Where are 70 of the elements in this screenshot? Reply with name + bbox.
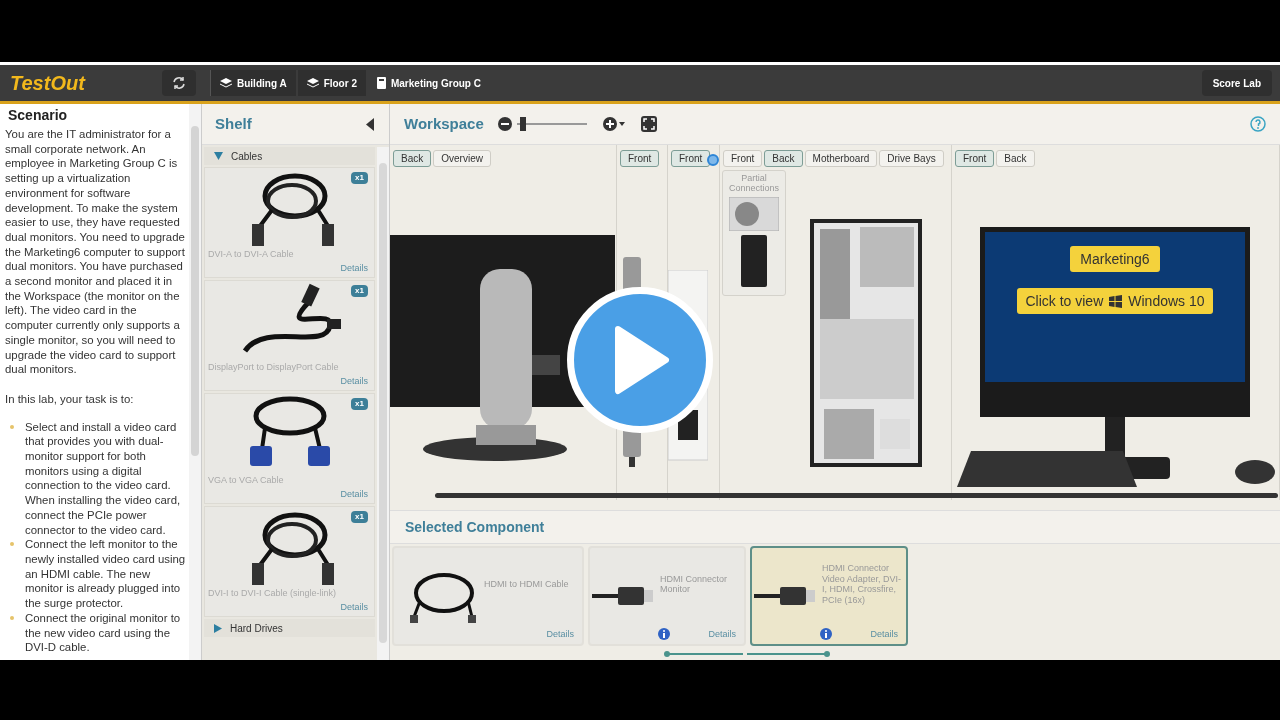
count-badge: x1 [351, 285, 368, 297]
triangle-left-icon [366, 117, 374, 131]
mouse-drawing [1234, 459, 1276, 485]
category-header[interactable]: Cables [204, 147, 375, 165]
view-button[interactable]: Front [955, 150, 995, 167]
loading-indicator-icon [707, 154, 719, 166]
fit-screen-button[interactable] [640, 116, 657, 132]
component-label: HDMI Connector Video Adapter, DVI-I, HDMI, Crossfire, PCIe (16x) [822, 563, 902, 605]
shelf-title: Shelf [215, 113, 252, 134]
view-button[interactable]: Back [764, 150, 803, 167]
count-badge: x1 [351, 511, 368, 523]
task-item: Connect the left monitor to the newly installed video card using an HDMI cable. The new monitor is already plugged into the surge protector. [25, 537, 187, 611]
collapse-button[interactable] [366, 117, 376, 131]
bullet-icon [10, 542, 14, 547]
task-item: Connect the original monitor to the new video card using the DVI-D cable. [25, 610, 182, 655]
zoom-out-button[interactable] [497, 117, 512, 131]
windows-logo-icon [1109, 294, 1123, 308]
layers-icon [306, 77, 319, 89]
refresh-button[interactable] [162, 70, 196, 96]
refresh-icon [172, 76, 186, 90]
view-button[interactable]: Back [996, 150, 1035, 167]
view-button[interactable]: Overview [433, 150, 491, 167]
shelf-item-card[interactable]: x1 DisplayPort to DisplayPort Cable Details [204, 280, 375, 391]
selected-component-title: Selected Component [405, 517, 545, 537]
scenario-paragraph: In this lab, your task is to: [5, 391, 135, 407]
computer-name-button[interactable]: Marketing6 [1070, 246, 1160, 272]
power-supply-drawing [729, 197, 779, 231]
hdmi-connector-drawing [754, 584, 816, 608]
view-button[interactable]: Front [620, 150, 660, 167]
layers-icon [220, 77, 232, 89]
count-badge: x1 [351, 172, 368, 184]
bullet-icon [10, 424, 14, 429]
view-button[interactable]: Front [723, 150, 763, 167]
view-button[interactable]: Motherboard [804, 150, 878, 167]
computer-icon [376, 77, 386, 89]
plus-icon [602, 117, 625, 131]
zoom-slider[interactable] [516, 117, 587, 131]
breadcrumb[interactable]: Floor 2 [297, 70, 366, 96]
view-button[interactable]: Drive Bays [879, 150, 944, 167]
panel-label: Partial Connections [727, 173, 780, 193]
view-button[interactable]: Back [393, 150, 432, 167]
scrollbar[interactable] [435, 493, 1278, 498]
count-badge: x1 [351, 398, 368, 410]
score-lab-button[interactable]: Score Lab [1201, 70, 1272, 96]
bullet-icon [10, 615, 14, 620]
breadcrumb[interactable]: Building A [211, 70, 296, 96]
slider-thumb[interactable] [519, 117, 526, 131]
info-icon [820, 628, 832, 640]
hdmi-connector-drawing [592, 584, 654, 608]
zoom-in-button[interactable] [602, 117, 625, 131]
help-icon [1250, 116, 1266, 132]
view-desktop-button[interactable]: Click to view Windows 10 [1017, 288, 1213, 314]
logo: TestOut [10, 71, 87, 96]
view-button[interactable]: Front [671, 150, 711, 167]
category-header[interactable]: Hard Drives [204, 619, 375, 637]
scenario-title: Scenario [7, 106, 69, 124]
fullscreen-icon [640, 116, 657, 132]
computer-tower-drawing [741, 235, 767, 287]
info-icon [658, 628, 670, 640]
scrollbar[interactable] [189, 104, 201, 660]
minus-icon [497, 117, 512, 131]
workspace-title: Workspace [404, 113, 484, 134]
component-label: HDMI to HDMI Cable [484, 578, 569, 590]
scrollbar[interactable] [377, 147, 389, 660]
task-item: Select and install a video card that provides you with dual-monitor support for both monitors using a digital connection to the video card. When installing the video card, connect the PCIe power connector to the video card. [25, 419, 182, 538]
component-label: HDMI Connector Monitor [660, 573, 729, 595]
breadcrumb[interactable]: Marketing Group C [367, 70, 490, 96]
scenario-paragraph: You are the IT administrator for a small corporate network. An employee in Marketing Group C is setting up a virtualization environment for software development. To make the system easier to use, they have requested dual monitors. You need to upgrade the Marketing6 computer to support dual monitors. You have purchased a second monitor and placed it in the Workspace (the monitor on the left). The video card in the computer currently only supports a single monitor, so you will need to upgrade the video card to support dual monitors. [5, 127, 186, 377]
item-label: DisplayPort to DisplayPort Cable [207, 361, 340, 374]
help-button[interactable] [1250, 116, 1266, 132]
